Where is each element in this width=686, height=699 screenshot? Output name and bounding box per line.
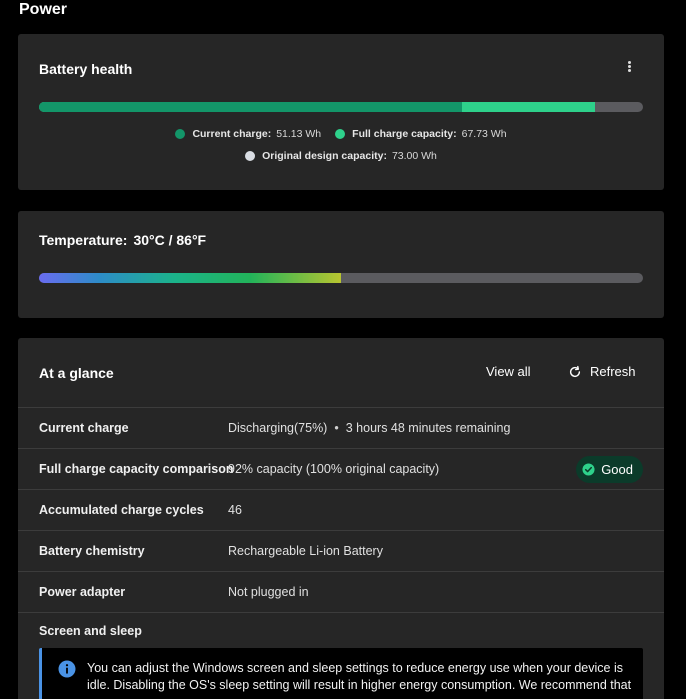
row-power-adapter: Power adapter Not plugged in: [18, 571, 664, 612]
separator-dot-icon: •: [334, 421, 339, 435]
row-value: 92% capacity (100% original capacity): [228, 462, 440, 476]
temperature-fill: [39, 273, 341, 283]
battery-health-title: Battery health: [39, 61, 133, 77]
info-text: You can adjust the Windows screen and sl…: [87, 661, 632, 692]
row-screen-and-sleep: Screen and sleep: [18, 612, 664, 648]
legend-design-capacity: Original design capacity: 73.00 Wh: [245, 150, 437, 162]
temperature-bar: [39, 273, 643, 283]
legend-current-label: Current charge:: [192, 128, 272, 140]
at-a-glance-card: At a glance View all Refresh Current cha…: [18, 338, 664, 699]
battery-health-card: Battery health Current charge: 51.13 Wh …: [18, 34, 664, 190]
power-page: Power Battery health Current charge: 51.…: [0, 0, 686, 699]
legend-design-value: 73.00 Wh: [391, 150, 437, 162]
battery-legend-row-2: Original design capacity: 73.00 Wh: [18, 150, 664, 162]
row-label: Screen and sleep: [39, 623, 142, 638]
row-label: Power adapter: [39, 585, 126, 599]
temperature-card: Temperature: 30°C / 86°F: [18, 211, 664, 318]
legend-full-value: 67.73 Wh: [461, 128, 507, 140]
legend-current-value: 51.13 Wh: [276, 128, 322, 140]
refresh-label: Refresh: [590, 364, 636, 379]
row-value: Not plugged in: [228, 585, 309, 599]
status-badge: Good: [576, 455, 643, 483]
temperature-title: Temperature: 30°C / 86°F: [39, 232, 206, 248]
battery-legend-row-1: Current charge: 51.13 Wh Full charge cap…: [18, 128, 664, 140]
current-charge-dot-icon: [175, 129, 186, 139]
battery-health-bar: [39, 102, 643, 112]
temperature-label: Temperature:: [39, 232, 128, 248]
legend-full-label: Full charge capacity:: [352, 128, 457, 140]
info-icon: [58, 660, 76, 678]
page-title: Power: [19, 1, 68, 18]
more-options-icon[interactable]: [624, 61, 634, 75]
legend-design-label: Original design capacity:: [262, 150, 387, 162]
row-value: Discharging(75%) • 3 hours 48 minutes re…: [228, 421, 510, 435]
row-label: Accumulated charge cycles: [39, 503, 204, 517]
row-value: 46: [228, 503, 242, 517]
badge-label: Good: [601, 461, 633, 477]
row-charge-cycles: Accumulated charge cycles 46: [18, 489, 664, 530]
full-charge-dot-icon: [335, 129, 346, 139]
view-all-button[interactable]: View all: [486, 364, 531, 379]
refresh-icon: [569, 365, 581, 377]
glance-header: At a glance View all Refresh: [18, 338, 664, 407]
temperature-value: 30°C / 86°F: [133, 232, 207, 248]
row-value: Rechargeable Li-ion Battery: [228, 544, 383, 558]
time-remaining: 3 hours 48 minutes remaining: [345, 421, 511, 435]
row-label: Full charge capacity comparison: [39, 462, 234, 476]
legend-current-charge: Current charge: 51.13 Wh: [175, 128, 321, 140]
row-full-charge-comparison: Full charge capacity comparison 92% capa…: [18, 448, 664, 489]
legend-full-charge: Full charge capacity: 67.73 Wh: [335, 128, 507, 140]
discharging-status: Discharging(75%): [228, 421, 328, 435]
design-capacity-dot-icon: [245, 151, 256, 161]
row-label: Battery chemistry: [39, 544, 145, 558]
glance-title: At a glance: [39, 365, 114, 381]
info-banner: You can adjust the Windows screen and sl…: [39, 648, 643, 699]
row-label: Current charge: [39, 421, 129, 435]
check-circle-icon: [582, 462, 595, 476]
row-current-charge: Current charge Discharging(75%) • 3 hour…: [18, 407, 664, 448]
refresh-button[interactable]: Refresh: [568, 364, 636, 379]
row-battery-chemistry: Battery chemistry Rechargeable Li-ion Ba…: [18, 530, 664, 571]
current-charge-fill: [39, 102, 462, 112]
